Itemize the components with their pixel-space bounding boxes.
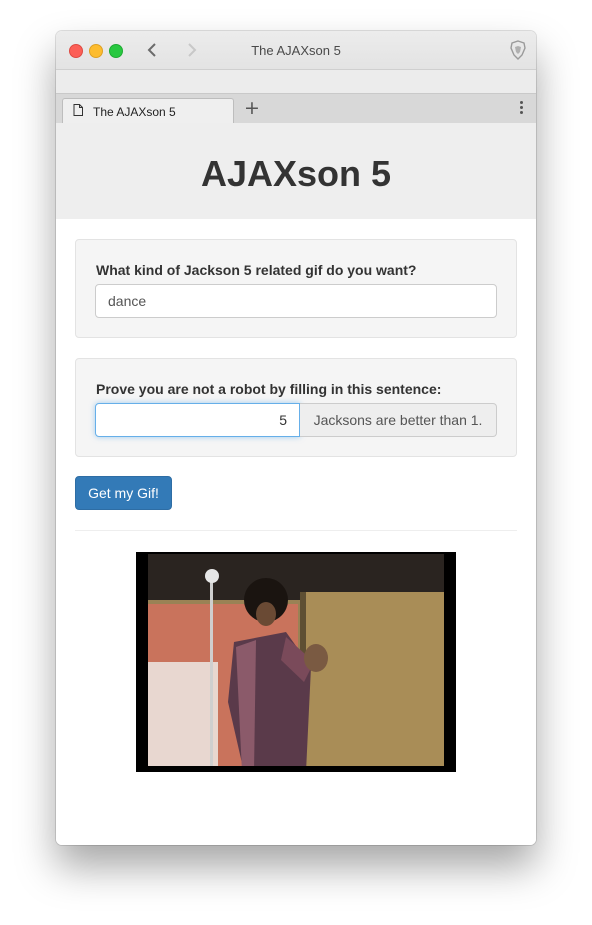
toolbar-strip [56,70,536,94]
get-gif-button[interactable]: Get my Gif! [75,476,172,510]
result-gif [136,552,456,772]
page-header: AJAXson 5 [56,123,536,219]
captcha-addon: Jacksons are better than 1. [300,403,497,437]
divider [75,530,517,531]
captcha-input[interactable] [95,403,300,437]
brave-shield-icon [510,40,526,60]
gif-query-label: What kind of Jackson 5 related gif do yo… [96,262,417,278]
browser-window: The AJAXson 5 The AJAXson 5 + AJAXson 5 … [56,31,536,845]
gif-query-input[interactable] [95,284,497,318]
title-bar: The AJAXson 5 [56,31,536,70]
brave-shield-button[interactable] [509,40,527,60]
window-title: The AJAXson 5 [251,43,341,58]
document-icon [73,104,83,116]
gif-query-panel: What kind of Jackson 5 related gif do yo… [75,239,517,338]
page-title: AJAXson 5 [200,153,392,194]
captcha-panel: Prove you are not a robot by filling in … [75,358,517,457]
page-content: AJAXson 5 What kind of Jackson 5 related… [56,123,536,845]
tab-strip: The AJAXson 5 + [56,94,536,123]
new-tab-button[interactable]: + [244,97,260,119]
tab-label: The AJAXson 5 [93,105,176,119]
tab-ajaxson[interactable]: The AJAXson 5 [62,98,234,123]
kebab-menu-icon[interactable] [520,101,524,117]
captcha-label: Prove you are not a robot by filling in … [96,381,442,397]
dancer-gif-image [136,552,456,772]
